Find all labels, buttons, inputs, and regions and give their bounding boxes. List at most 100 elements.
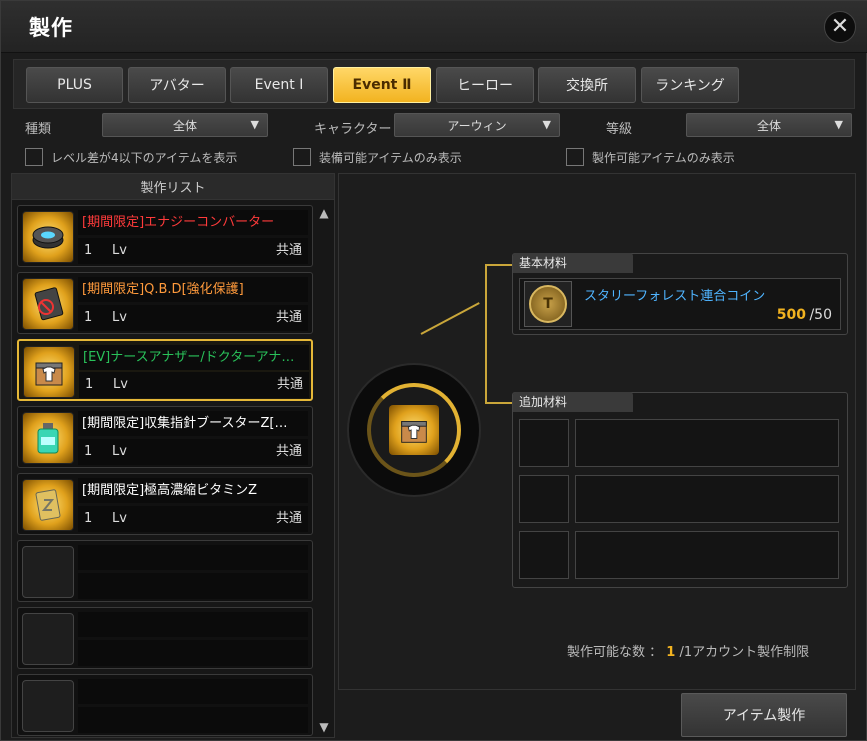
material-row[interactable]: T スタリーフォレスト連合コイン 500 /50 (519, 278, 841, 330)
character-select[interactable]: アーウィン ▼ (394, 113, 560, 137)
energy-converter-icon (22, 211, 74, 263)
checkbox[interactable] (293, 148, 311, 166)
item-level: 1 (84, 511, 93, 526)
empty-bar (78, 707, 308, 733)
list-item-selected[interactable]: [EV]ナースアナザー/ドクターアナ… 1 Lv 共通 (17, 339, 313, 401)
grade-filter-label: 等級 (606, 122, 633, 137)
connector-line (485, 402, 512, 404)
item-name: [EV]ナースアナザー/ドクターアナ… (79, 345, 309, 370)
craftable-count-label: 製作可能な数 ： (567, 645, 663, 660)
category-tabs: PLUS アバター Event Ⅰ Event Ⅱ ヒーロー 交換所 ランキング (13, 59, 855, 109)
empty-list-slot (17, 540, 313, 602)
equippable-only-check[interactable]: 装備可能アイテムのみ表示 (293, 147, 462, 167)
extra-material-slot-icon[interactable] (519, 531, 569, 579)
item-level: 1 (84, 310, 93, 325)
chevron-down-icon: ▼ (250, 118, 259, 131)
tab-event-1[interactable]: Event Ⅰ (230, 67, 328, 103)
item-lv-label: Lv (113, 377, 128, 392)
crafting-window: 製作 ✕ PLUS アバター Event Ⅰ Event Ⅱ ヒーロー 交換所 … (0, 0, 867, 741)
craftable-count-limit: /1アカウント製作制限 (679, 645, 810, 660)
window-title: 製作 (29, 16, 73, 40)
list-item[interactable]: [期間限定]極高濃縮ビタミンZ 1 Lv 共通 (17, 473, 313, 535)
item-name: [期間限定]Q.B.D[強化保護] (78, 277, 308, 302)
craftable-count-value: 1 (666, 645, 676, 660)
extra-materials-label: 追加材料 (513, 392, 633, 412)
item-level: 1 (84, 243, 93, 258)
extra-material-slot-icon[interactable] (519, 475, 569, 523)
extra-material-slot[interactable] (575, 475, 839, 523)
title-bar: 製作 ✕ (1, 1, 867, 53)
type-select[interactable]: 全体 ▼ (102, 113, 268, 137)
tab-avatar[interactable]: アバター (128, 67, 226, 103)
craft-list-panel: 製作リスト [期間限定]エナジーコンバーター 1 Lv 共通 [期間限定]Q.B… (11, 173, 335, 738)
craftable-count: 製作可能な数 ： 1 /1アカウント製作制限 (567, 641, 809, 660)
material-owned: 500 (776, 307, 806, 323)
tab-plus[interactable]: PLUS (26, 67, 123, 103)
item-class: 共通 (275, 444, 302, 459)
scroll-down-icon[interactable]: ▼ (317, 720, 331, 734)
item-info: 1 Lv 共通 (79, 372, 309, 398)
coin-icon: T (524, 281, 572, 327)
item-name: [期間限定]エナジーコンバーター (78, 210, 308, 235)
extra-material-slot[interactable] (575, 419, 839, 467)
tab-exchange[interactable]: 交換所 (538, 67, 636, 103)
craftable-only-check[interactable]: 製作可能アイテムのみ表示 (566, 147, 735, 167)
craft-target-ring (347, 363, 481, 497)
empty-bar (78, 640, 308, 666)
list-item[interactable]: [期間限定]収集指針ブースターZ[… 1 Lv 共通 (17, 406, 313, 468)
tab-hero[interactable]: ヒーロー (436, 67, 534, 103)
empty-slot-icon (22, 680, 74, 732)
material-required: /50 (809, 307, 832, 323)
list-scrollbar[interactable]: ▲ ▼ (317, 204, 331, 734)
empty-bar (78, 573, 308, 599)
vitamin-pack-icon (22, 479, 74, 531)
empty-bar (78, 612, 308, 637)
craft-item-button[interactable]: アイテム製作 (681, 693, 847, 737)
chevron-down-icon: ▼ (542, 118, 551, 131)
extra-material-slot-icon[interactable] (519, 419, 569, 467)
item-info: 1 Lv 共通 (78, 506, 308, 532)
character-filter-label: キャラクター (314, 122, 392, 137)
item-info: 1 Lv 共通 (78, 238, 308, 264)
basic-materials-box: 基本材料 T スタリーフォレスト連合コイン 500 /50 (512, 253, 848, 335)
empty-list-slot (17, 674, 313, 736)
booster-bottle-icon (22, 412, 74, 464)
costume-box-icon (23, 346, 75, 398)
item-info: 1 Lv 共通 (78, 439, 308, 465)
list-item[interactable]: [期間限定]Q.B.D[強化保護] 1 Lv 共通 (17, 272, 313, 334)
extra-materials-box: 追加材料 (512, 392, 848, 588)
item-class: 共通 (275, 243, 302, 258)
close-button[interactable]: ✕ (824, 11, 856, 43)
item-name: [期間限定]収集指針ブースターZ[… (78, 411, 308, 436)
extra-material-slot[interactable] (575, 531, 839, 579)
material-name: スタリーフォレスト連合コイン (584, 289, 766, 304)
character-select-value: アーウィン (447, 118, 507, 133)
item-level: 1 (84, 444, 93, 459)
basic-materials-label: 基本材料 (513, 253, 633, 273)
check-label: 製作可能アイテムのみ表示 (592, 150, 735, 165)
tab-event-2[interactable]: Event Ⅱ (333, 67, 431, 103)
item-name: [期間限定]極高濃縮ビタミンZ (78, 478, 308, 503)
type-filter-label: 種類 (25, 122, 52, 137)
list-item[interactable]: [期間限定]エナジーコンバーター 1 Lv 共通 (17, 205, 313, 267)
item-class: 共通 (275, 511, 302, 526)
connector-line (485, 264, 487, 404)
checkbox[interactable] (566, 148, 584, 166)
checkbox[interactable] (25, 148, 43, 166)
item-lv-label: Lv (112, 243, 127, 258)
grade-select[interactable]: 全体 ▼ (686, 113, 852, 137)
level-diff-check[interactable]: レベル差が4以下のアイテムを表示 (25, 147, 237, 167)
connector-line (485, 264, 512, 266)
type-select-value: 全体 (172, 118, 197, 133)
check-label: 装備可能アイテムのみ表示 (319, 150, 462, 165)
item-class: 共通 (275, 310, 302, 325)
item-level: 1 (85, 377, 94, 392)
empty-bar (78, 545, 308, 570)
tab-ranking[interactable]: ランキング (641, 67, 739, 103)
item-lv-label: Lv (112, 310, 127, 325)
empty-slot-icon (22, 546, 74, 598)
empty-bar (78, 679, 308, 704)
costume-box-icon[interactable] (389, 405, 439, 455)
empty-slot-icon (22, 613, 74, 665)
scroll-up-icon[interactable]: ▲ (317, 206, 331, 220)
